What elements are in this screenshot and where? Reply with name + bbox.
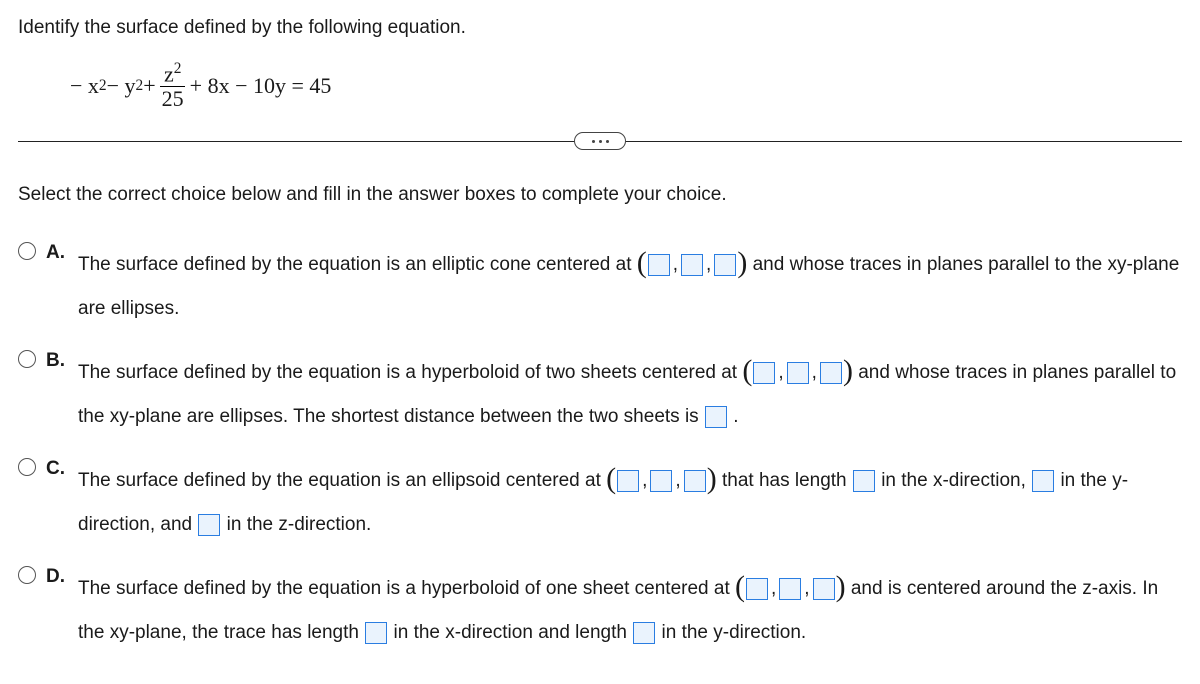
- eq-part1: − x: [70, 69, 99, 102]
- lparen-icon: (: [637, 236, 647, 290]
- blank-input[interactable]: [753, 362, 775, 384]
- c-t2: that has length: [722, 470, 852, 491]
- a-t1: The surface defined by the equation is a…: [78, 254, 637, 275]
- blank-input[interactable]: [650, 470, 672, 492]
- blank-input[interactable]: [617, 470, 639, 492]
- c-t5: in the z-direction.: [227, 514, 372, 535]
- choice-text-d: The surface defined by the equation is a…: [78, 562, 1182, 650]
- d-t3: in the x-direction and length: [394, 622, 633, 643]
- blank-input[interactable]: [820, 362, 842, 384]
- section-divider: [18, 129, 1182, 153]
- choice-label-b: B.: [46, 347, 68, 376]
- a-coord: ( , , ): [637, 238, 748, 292]
- radio-a[interactable]: [18, 242, 36, 260]
- blank-input[interactable]: [684, 470, 706, 492]
- radio-c[interactable]: [18, 458, 36, 476]
- eq-sup2: 2: [136, 74, 144, 97]
- blank-input[interactable]: [365, 622, 387, 644]
- eq-plus: +: [143, 69, 155, 102]
- lparen-icon: (: [742, 344, 752, 398]
- c-coord: ( , , ): [606, 454, 717, 508]
- eq-rest: + 8x − 10y = 45: [190, 69, 332, 102]
- lparen-icon: (: [735, 560, 745, 614]
- d-coord: ( , , ): [735, 562, 846, 616]
- b-t3: .: [733, 406, 738, 427]
- rparen-icon: ): [836, 560, 846, 614]
- radio-d[interactable]: [18, 566, 36, 584]
- equation: − x2 − y2 + z2 25 + 8x − 10y = 45: [70, 61, 1182, 112]
- eq-part2: − y: [107, 69, 136, 102]
- blank-input[interactable]: [633, 622, 655, 644]
- c-t3: in the x-direction,: [881, 470, 1031, 491]
- choice-text-c: The surface defined by the equation is a…: [78, 454, 1182, 542]
- blank-input[interactable]: [714, 254, 736, 276]
- rparen-icon: ): [707, 452, 717, 506]
- frac-num-z: z: [164, 61, 174, 86]
- blank-input[interactable]: [1032, 470, 1054, 492]
- blank-input[interactable]: [198, 514, 220, 536]
- prompt-text: Select the correct choice below and fill…: [18, 181, 1182, 210]
- blank-input[interactable]: [853, 470, 875, 492]
- c-t1: The surface defined by the equation is a…: [78, 470, 606, 491]
- choices-group: A. The surface defined by the equation i…: [18, 238, 1182, 651]
- blank-input[interactable]: [779, 578, 801, 600]
- choice-a[interactable]: A. The surface defined by the equation i…: [18, 238, 1182, 326]
- choice-label-a: A.: [46, 239, 68, 268]
- b-t1: The surface defined by the equation is a…: [78, 362, 742, 383]
- blank-input[interactable]: [648, 254, 670, 276]
- blank-input[interactable]: [787, 362, 809, 384]
- b-coord: ( , , ): [742, 346, 853, 400]
- blank-input[interactable]: [813, 578, 835, 600]
- radio-b[interactable]: [18, 350, 36, 368]
- choice-text-a: The surface defined by the equation is a…: [78, 238, 1182, 326]
- rparen-icon: ): [737, 236, 747, 290]
- d-t4: in the y-direction.: [662, 622, 807, 643]
- lparen-icon: (: [606, 452, 616, 506]
- frac-num-sup: 2: [174, 60, 182, 77]
- eq-fraction: z2 25: [158, 61, 188, 112]
- expand-pill[interactable]: [574, 132, 626, 150]
- choice-b[interactable]: B. The surface defined by the equation i…: [18, 346, 1182, 434]
- eq-sup1: 2: [99, 74, 107, 97]
- choice-d[interactable]: D. The surface defined by the equation i…: [18, 562, 1182, 650]
- choice-c[interactable]: C. The surface defined by the equation i…: [18, 454, 1182, 542]
- rparen-icon: ): [843, 344, 853, 398]
- blank-input[interactable]: [705, 406, 727, 428]
- blank-input[interactable]: [681, 254, 703, 276]
- instruction-text: Identify the surface defined by the foll…: [18, 14, 1182, 43]
- blank-input[interactable]: [746, 578, 768, 600]
- choice-label-c: C.: [46, 455, 68, 484]
- choice-text-b: The surface defined by the equation is a…: [78, 346, 1182, 434]
- choice-label-d: D.: [46, 563, 68, 592]
- frac-den: 25: [158, 87, 188, 111]
- d-t1: The surface defined by the equation is a…: [78, 578, 735, 599]
